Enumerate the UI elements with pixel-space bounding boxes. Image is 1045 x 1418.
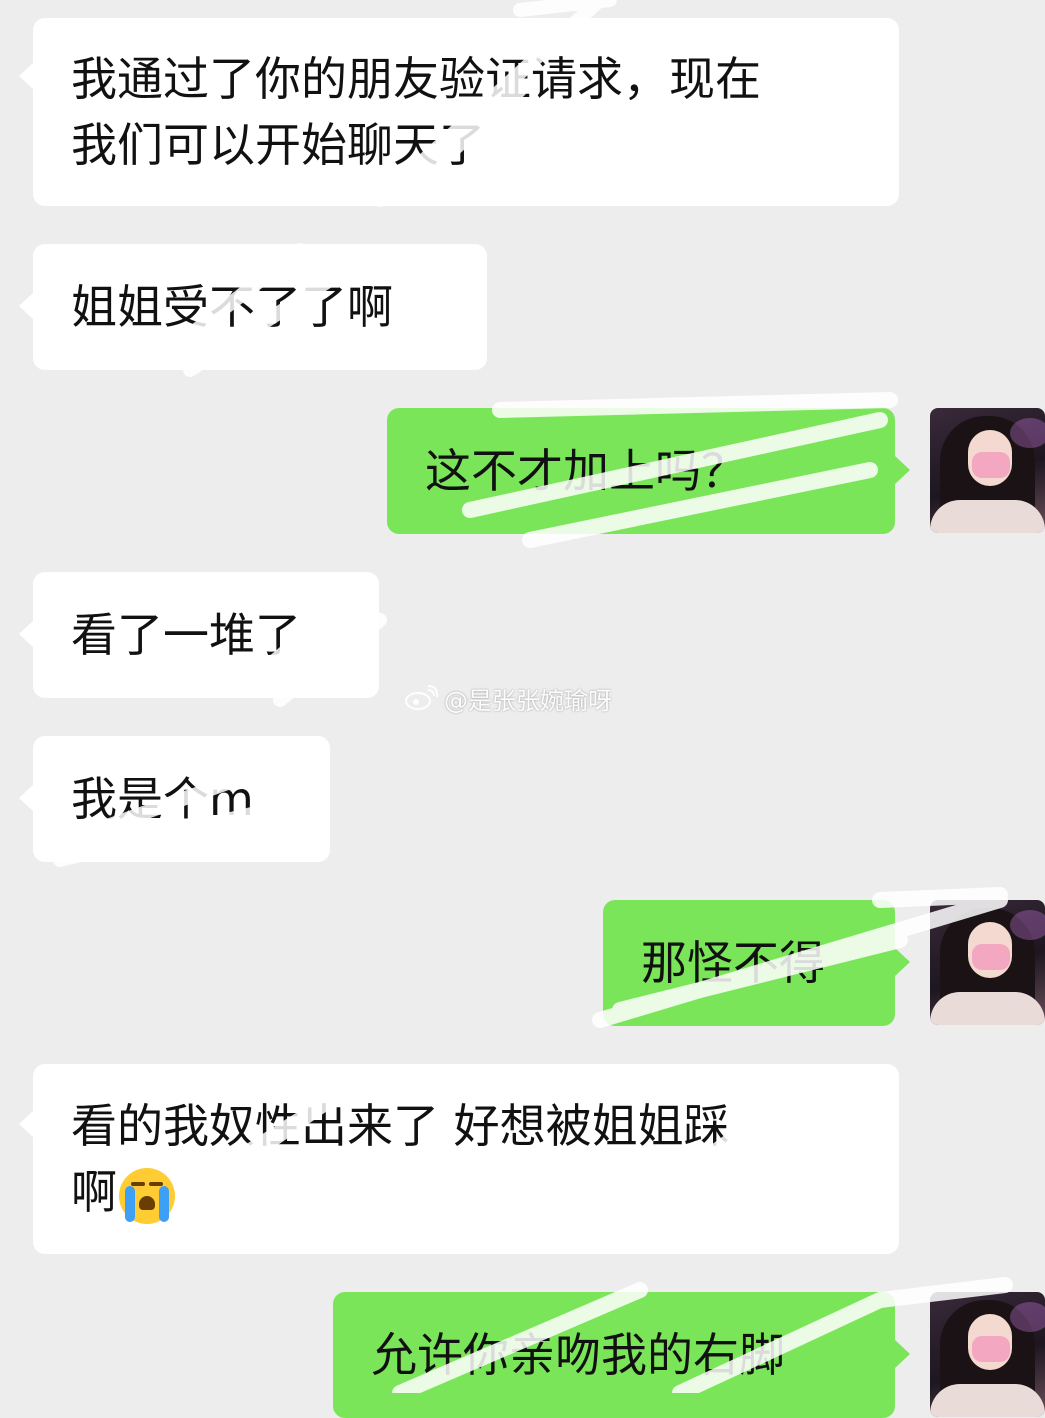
- bubble-tail: [19, 784, 34, 812]
- watermark: @是张张婉瑜呀: [404, 680, 612, 716]
- bubble-tail: [895, 948, 910, 976]
- message-bubble[interactable]: 我通过了你的朋友验证请求，现在 我们可以开始聊天了: [33, 18, 899, 206]
- message-text: 看的我奴性出来了 好想被姐姐踩 啊: [71, 1093, 730, 1225]
- message-bubble[interactable]: 这不才加上吗？: [387, 408, 895, 534]
- message-bubble[interactable]: 看了一堆了: [33, 572, 379, 698]
- user-avatar[interactable]: [930, 408, 1045, 533]
- message-text: 那怪不得: [641, 936, 825, 990]
- message-text: 这不才加上吗？: [425, 444, 747, 498]
- user-avatar[interactable]: [930, 900, 1045, 1025]
- watermark-text: @是张张婉瑜呀: [444, 686, 612, 715]
- bubble-tail: [19, 62, 34, 90]
- bubble-tail: [895, 1340, 910, 1368]
- message-text: 看了一堆了: [71, 608, 301, 662]
- bubble-tail: [19, 1110, 34, 1138]
- bubble-tail: [19, 292, 34, 320]
- bubble-tail: [895, 456, 910, 484]
- bubble-tail: [19, 620, 34, 648]
- message-text: 我是个m: [71, 772, 254, 826]
- loudly-crying-face-icon: [119, 1167, 175, 1224]
- message-bubble[interactable]: 允许你亲吻我的右脚: [333, 1292, 895, 1418]
- message-bubble[interactable]: 看的我奴性出来了 好想被姐姐踩 啊: [33, 1064, 899, 1254]
- message-bubble[interactable]: 那怪不得: [603, 900, 895, 1026]
- message-bubble[interactable]: 我是个m: [33, 736, 330, 862]
- user-avatar[interactable]: [930, 1292, 1045, 1417]
- message-text: 姐姐受不了了啊: [71, 280, 393, 334]
- message-text: 允许你亲吻我的右脚: [371, 1328, 785, 1382]
- weibo-icon: [405, 685, 438, 710]
- message-text: 我通过了你的朋友验证请求，现在 我们可以开始聊天了: [71, 52, 761, 172]
- message-bubble[interactable]: 姐姐受不了了啊: [33, 244, 487, 370]
